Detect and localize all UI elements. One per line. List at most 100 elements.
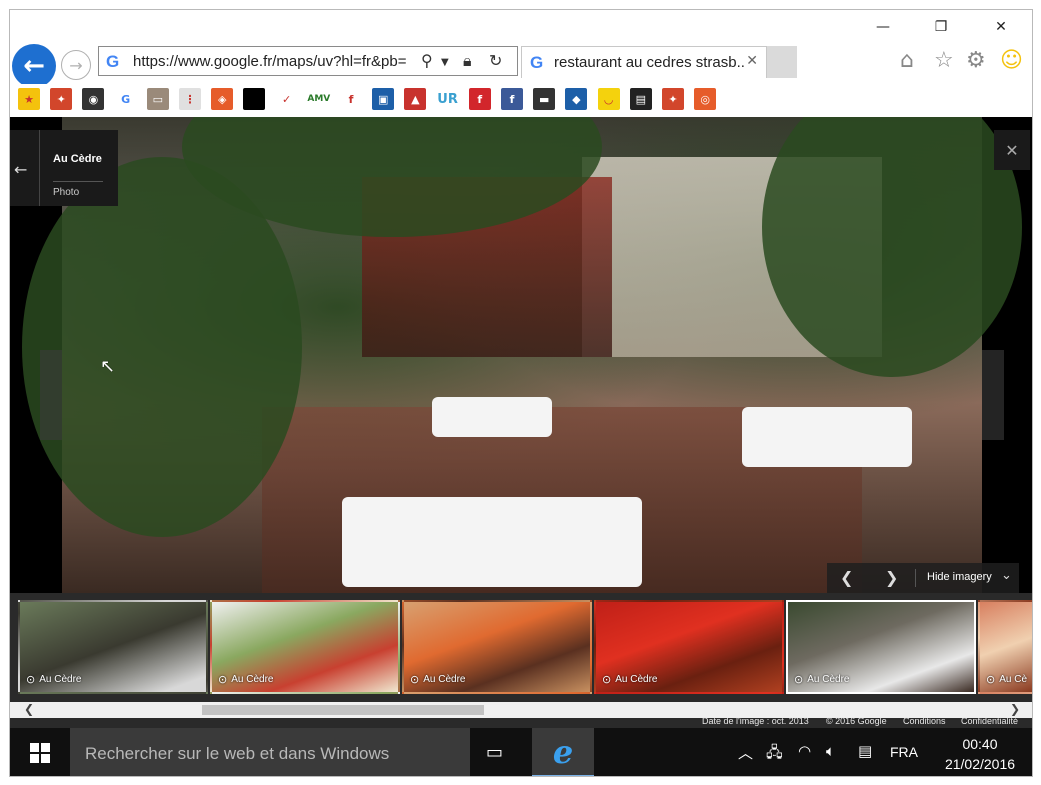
- thumbnail[interactable]: ⊙ Au Cèdre: [210, 600, 400, 694]
- favorite-nike[interactable]: ✓: [275, 88, 298, 110]
- copyright: © 2016 Google: [826, 716, 887, 726]
- favorite-ur[interactable]: UR: [436, 88, 459, 110]
- scroll-left-icon[interactable]: ❮: [24, 702, 34, 716]
- favorite-site-4[interactable]: ▭: [146, 88, 169, 110]
- favorite-site-12[interactable]: ▲: [404, 88, 427, 110]
- terms-link[interactable]: Conditions: [903, 716, 946, 726]
- forward-arrow-icon: →: [69, 55, 83, 75]
- thumbnail-caption: ⊙ Au Cèdre: [602, 673, 657, 686]
- favorite-site-20[interactable]: ✦: [662, 88, 684, 110]
- star-icon[interactable]: ☆: [934, 48, 954, 73]
- home-icon[interactable]: ⌂: [900, 48, 914, 73]
- camera-icon: ⊙: [218, 673, 228, 686]
- scroll-right-icon[interactable]: ❯: [1010, 702, 1020, 716]
- favorite-site-21[interactable]: ◎: [694, 88, 717, 110]
- restore-button[interactable]: ❐: [918, 10, 964, 44]
- hide-imagery-button[interactable]: Hide imagery: [927, 571, 992, 583]
- photo-table-cloth: [342, 497, 642, 587]
- favorite-site-16[interactable]: ▬: [533, 88, 556, 110]
- thumbnail-caption: ⊙ Au Cèdre: [794, 673, 849, 686]
- thumbnail-strip: ⊙ Au Cèdre ⊙ Au Cèdre ⊙ Au Cèdre ⊙ Au Cèdre …: [10, 593, 1032, 702]
- close-window-button[interactable]: ✕: [978, 10, 1024, 44]
- scrollbar-thumb[interactable]: [202, 705, 484, 715]
- volume-icon[interactable]: 🔈︎: [826, 742, 835, 760]
- network-icon[interactable]: 🖧︎: [766, 742, 783, 767]
- previous-photo-handle[interactable]: [40, 350, 62, 440]
- thumbnail-caption: ⊙ Au Cèdre: [410, 673, 465, 686]
- back-button[interactable]: ←: [12, 44, 56, 88]
- thumbnail-label: Au Cèdre: [231, 674, 274, 685]
- back-to-map-icon[interactable]: ←: [14, 160, 27, 179]
- dropdown-icon[interactable]: ▼: [441, 57, 449, 68]
- chevron-down-icon[interactable]: ⌄: [1001, 568, 1012, 583]
- windows-taskbar: Rechercher sur le web et dans Windows ▭ …: [10, 728, 1032, 776]
- thumbnail-label: Au Cè: [999, 674, 1028, 685]
- refresh-icon[interactable]: ↻: [489, 51, 502, 70]
- url-text[interactable]: https://www.google.fr/maps/uv?hl=fr&pb=: [133, 53, 419, 70]
- place-name: Au Cèdre: [53, 153, 102, 165]
- thumbnail[interactable]: ⊙ Au Cèdre: [402, 600, 592, 694]
- favorite-site-17[interactable]: ◆: [565, 88, 588, 110]
- favorite-site-19[interactable]: ▤: [629, 88, 652, 110]
- smiley-icon[interactable]: ☺: [1000, 48, 1023, 73]
- photo-table-cloth: [742, 407, 912, 467]
- address-bar[interactable]: G https://www.google.fr/maps/uv?hl=fr&pb…: [98, 46, 518, 76]
- favorite-amv[interactable]: AMV: [307, 88, 330, 110]
- thumbnail-caption: ⊙ Au Cè: [986, 673, 1027, 686]
- tab-close-icon[interactable]: ✕: [746, 53, 758, 69]
- minimize-button[interactable]: —: [860, 10, 906, 44]
- divider: [39, 130, 40, 206]
- privacy-link[interactable]: Confidentialité: [961, 716, 1018, 726]
- favorite-google[interactable]: G: [114, 88, 137, 110]
- internet-explorer-app[interactable]: e: [532, 728, 594, 776]
- next-photo-handle[interactable]: [982, 350, 1004, 440]
- favorite-site-7[interactable]: [243, 88, 266, 110]
- task-view-icon[interactable]: ▭: [486, 742, 503, 763]
- search-icon[interactable]: ⚲: [421, 51, 433, 70]
- thumbnail[interactable]: ⊙ Au Cèdre: [594, 600, 784, 694]
- thumbnail[interactable]: ⊙ Au Cè: [978, 600, 1032, 694]
- divider: [915, 569, 916, 587]
- forward-button[interactable]: →: [61, 50, 91, 80]
- browser-tab[interactable]: G restaurant au cedres strasb... ✕: [521, 46, 767, 78]
- favorite-site-6[interactable]: ◈: [211, 88, 234, 110]
- new-tab-button[interactable]: [767, 46, 797, 78]
- search-placeholder: Rechercher sur le web et dans Windows: [85, 744, 390, 763]
- favorite-site-10[interactable]: f: [340, 88, 362, 110]
- tab-title: restaurant au cedres strasb...: [554, 54, 746, 71]
- thumbnail[interactable]: ⊙ Au Cèdre: [18, 600, 208, 694]
- favorite-site-11[interactable]: ▣: [372, 88, 395, 110]
- favorite-tripadvisor[interactable]: ◉: [82, 88, 105, 110]
- favorite-site-1[interactable]: ✦: [50, 88, 73, 110]
- lock-icon[interactable]: 🔒︎: [463, 51, 472, 71]
- camera-icon: ⊙: [602, 673, 612, 686]
- favorite-add-favorite[interactable]: ★: [18, 88, 40, 110]
- taskbar-search[interactable]: Rechercher sur le web et dans Windows: [70, 728, 470, 776]
- thumbnail-selected[interactable]: ⊙ Au Cèdre: [786, 600, 976, 694]
- show-hidden-icons-icon[interactable]: ︿: [738, 742, 753, 763]
- google-favicon-icon: G: [530, 53, 544, 72]
- mouse-cursor-icon: ↖: [100, 356, 116, 377]
- notifications-icon[interactable]: ▤: [858, 742, 872, 760]
- image-date: Date de l'image : oct. 2013: [702, 716, 809, 726]
- place-card: ← Au Cèdre Photo: [10, 130, 118, 206]
- photo-viewer: ← Au Cèdre Photo ✕ ↖ ❮ ❯ Hide imagery ⌄: [10, 117, 1032, 593]
- media-type: Photo: [53, 187, 80, 198]
- internet-explorer-icon: e: [552, 732, 574, 771]
- browser-window: — ❐ ✕ ← → G https://www.google.fr/maps/u…: [9, 9, 1033, 777]
- clock[interactable]: 00:40 21/02/2016: [930, 734, 1030, 774]
- start-button[interactable]: [10, 728, 70, 776]
- favorite-site-5[interactable]: ⋮: [179, 88, 201, 110]
- next-photo-button[interactable]: ❯: [885, 568, 898, 587]
- previous-photo-button[interactable]: ❮: [840, 568, 853, 587]
- thumbnail-label: Au Cèdre: [615, 674, 658, 685]
- favorites-bar: ★ ✦ ◉ G ▭ ⋮ ◈ ✓ AMV f ▣ ▲ UR f f ▬ ◆ ◡ ▤ ✦ ◎: [10, 84, 1032, 116]
- wifi-icon[interactable]: ◠: [798, 742, 811, 760]
- favorite-site-18[interactable]: ◡: [597, 88, 620, 110]
- close-viewer-button[interactable]: ✕: [994, 130, 1030, 170]
- favorite-facebook[interactable]: f: [501, 88, 523, 110]
- gear-icon[interactable]: ⚙: [966, 48, 986, 73]
- language-indicator[interactable]: FRA: [890, 744, 918, 760]
- clock-time: 00:40: [962, 736, 998, 752]
- favorite-site-14[interactable]: f: [468, 88, 491, 110]
